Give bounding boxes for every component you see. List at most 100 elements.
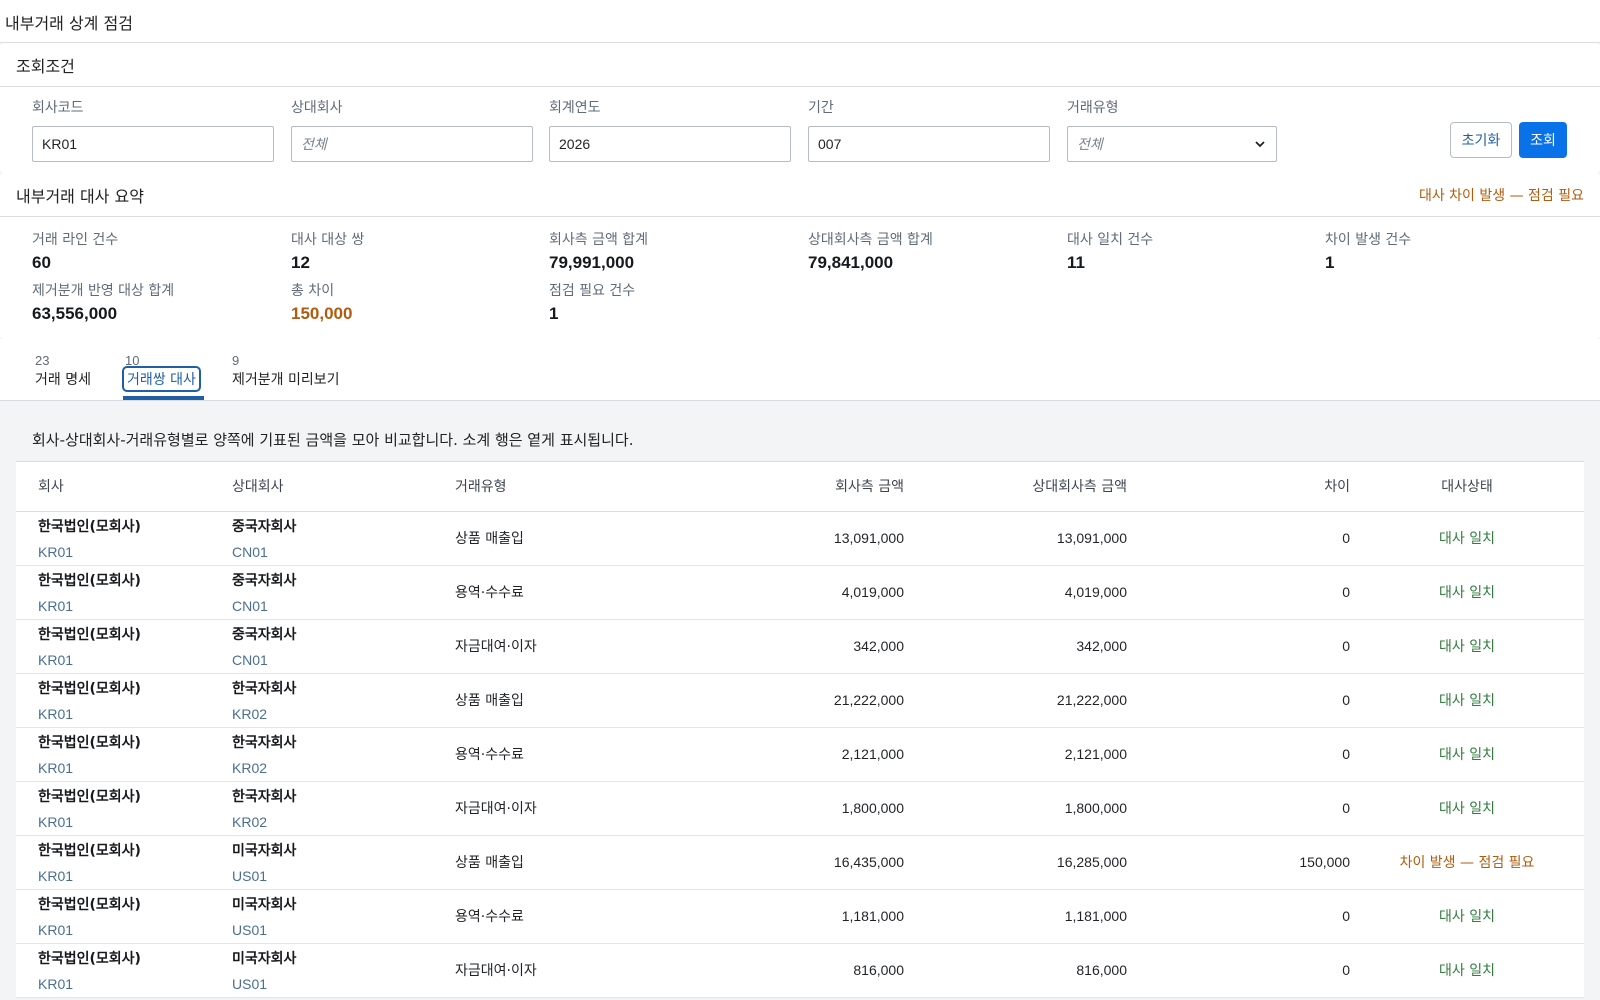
column-header-company-amount[interactable]: 회사측 금액 xyxy=(643,462,904,512)
company-code: KR01 xyxy=(38,652,74,668)
company-name: 한국법인(모회사) xyxy=(38,951,141,967)
stat-label: 대사 대상 쌍 xyxy=(291,232,365,248)
status-badge: 대사 일치 xyxy=(1350,673,1584,728)
trade-type-cell: 상품 매출입 xyxy=(455,673,643,728)
counterparty-name: 한국자회사 xyxy=(232,681,297,697)
period-label: 기간 xyxy=(808,100,834,116)
table-row[interactable]: 한국법인(모회사) KR01 미국자회사 US01 상품 매출입 16,435,000 16… xyxy=(16,835,1584,890)
counterparty-field: 상대회사 전체 xyxy=(291,97,533,162)
stat-pair-count: 대사 대상 쌍 12 xyxy=(291,229,364,273)
company-amount-cell: 13,091,000 xyxy=(643,511,904,566)
tab-count: 10 xyxy=(125,353,140,368)
column-header-diff[interactable]: 차이 xyxy=(1127,462,1350,512)
counter-amount-cell: 21,222,000 xyxy=(904,673,1127,728)
table-row[interactable]: 한국법인(모회사) KR01 중국자회사 CN01 자금대여·이자 342,000 342,… xyxy=(16,619,1584,674)
diff-cell: 0 xyxy=(1127,943,1350,998)
stat-value: 79,991,000 xyxy=(549,253,635,272)
stat-company-total: 회사측 금액 합계 79,991,000 xyxy=(549,229,648,273)
counterparty-name: 미국자회사 xyxy=(232,843,297,859)
trade-type-label: 거래유형 xyxy=(1067,100,1119,116)
status-badge: 대사 일치 xyxy=(1350,727,1584,782)
table-row[interactable]: 한국법인(모회사) KR01 한국자회사 KR02 자금대여·이자 1,800,000 1,… xyxy=(16,781,1584,836)
counterparty-cell: 미국자회사 US01 xyxy=(232,943,455,998)
stat-review-count: 점검 필요 건수 1 xyxy=(549,280,635,324)
stat-match-count: 대사 일치 건수 11 xyxy=(1067,229,1153,273)
table-row[interactable]: 한국법인(모회사) KR01 중국자회사 CN01 용역·수수료 4,019,000 4,0… xyxy=(16,565,1584,620)
table-row[interactable]: 한국법인(모회사) KR01 한국자회사 KR02 용역·수수료 2,121,000 2,1… xyxy=(16,727,1584,782)
counterparty-name: 한국자회사 xyxy=(232,789,297,805)
status-badge: 대사 일치 xyxy=(1350,565,1584,620)
summary-alert: 대사 차이 발생 — 점검 필요 xyxy=(1418,187,1584,204)
status-badge: 차이 발생 — 점검 필요 xyxy=(1350,835,1584,890)
diff-cell: 0 xyxy=(1127,673,1350,728)
column-header-counter-amount[interactable]: 상대회사측 금액 xyxy=(904,462,1127,512)
stat-label: 상대회사측 금액 합계 xyxy=(808,232,933,248)
stat-value: 1 xyxy=(549,304,559,323)
fiscal-year-input[interactable]: 2026 xyxy=(549,126,791,162)
stat-label: 대사 일치 건수 xyxy=(1067,232,1154,248)
stat-diff-count: 차이 발생 건수 1 xyxy=(1325,229,1411,273)
counterparty-cell: 한국자회사 KR02 xyxy=(232,673,455,728)
trade-type-field: 거래유형 전체 xyxy=(1067,97,1277,162)
trade-type-cell: 용역·수수료 xyxy=(455,727,643,782)
counterparty-name: 중국자회사 xyxy=(232,573,297,589)
diff-cell: 0 xyxy=(1127,889,1350,944)
company-amount-cell: 4,019,000 xyxy=(643,565,904,620)
column-header-company[interactable]: 회사 xyxy=(16,462,232,512)
status-badge: 대사 일치 xyxy=(1350,943,1584,998)
search-button[interactable]: 조회 xyxy=(1519,122,1567,158)
tab-transaction-details[interactable]: 23 거래 명세 xyxy=(35,353,91,389)
counterparty-code: KR02 xyxy=(232,814,268,830)
fiscal-year-label: 회계연도 xyxy=(549,100,601,116)
column-header-trade-type[interactable]: 거래유형 xyxy=(455,462,643,512)
company-code-label: 회사코드 xyxy=(32,100,84,116)
column-header-status[interactable]: 대사상태 xyxy=(1350,462,1584,512)
company-name: 한국법인(모회사) xyxy=(38,789,141,805)
company-code-input[interactable]: KR01 xyxy=(32,126,274,162)
filter-form: 회사코드 KR01 상대회사 전체 회계연도 2026 기간 007 거래유형 … xyxy=(0,87,1600,173)
company-name: 한국법인(모회사) xyxy=(38,573,141,589)
stat-value: 12 xyxy=(291,253,310,272)
table-row[interactable]: 한국법인(모회사) KR01 미국자회사 US01 자금대여·이자 816,000 816,… xyxy=(16,943,1584,998)
counterparty-code: KR02 xyxy=(232,760,268,776)
trade-type-cell: 자금대여·이자 xyxy=(455,619,643,674)
fiscal-year-field: 회계연도 2026 xyxy=(549,97,791,162)
table-row[interactable]: 한국법인(모회사) KR01 미국자회사 US01 용역·수수료 1,181,000 1,1… xyxy=(16,889,1584,944)
counterparty-cell: 중국자회사 CN01 xyxy=(232,565,455,620)
summary-panel-title: 내부거래 대사 요약 xyxy=(16,186,144,206)
company-cell: 한국법인(모회사) KR01 xyxy=(16,943,232,998)
tab-elimination-preview[interactable]: 9 제거분개 미리보기 xyxy=(232,353,340,389)
reset-button[interactable]: 초기화 xyxy=(1450,122,1512,158)
company-amount-cell: 1,800,000 xyxy=(643,781,904,836)
diff-cell: 0 xyxy=(1127,727,1350,782)
company-cell: 한국법인(모회사) KR01 xyxy=(16,511,232,566)
period-input[interactable]: 007 xyxy=(808,126,1050,162)
status-badge: 대사 일치 xyxy=(1350,511,1584,566)
tab-description: 회사-상대회사-거래유형별로 양쪽에 기표된 금액을 모아 비교합니다. 소계 … xyxy=(32,431,634,449)
company-amount-cell: 342,000 xyxy=(643,619,904,674)
company-name: 한국법인(모회사) xyxy=(38,735,141,751)
company-code: KR01 xyxy=(38,922,74,938)
diff-cell: 0 xyxy=(1127,781,1350,836)
filter-panel-header: 조회조건 xyxy=(0,43,1600,87)
counterparty-input[interactable]: 전체 xyxy=(291,126,533,162)
table-row[interactable]: 한국법인(모회사) KR01 중국자회사 CN01 상품 매출입 13,091,000 13… xyxy=(16,511,1584,566)
company-name: 한국법인(모회사) xyxy=(38,897,141,913)
column-header-counterparty[interactable]: 상대회사 xyxy=(232,462,455,512)
stat-value: 150,000 xyxy=(291,304,353,323)
counterparty-name: 중국자회사 xyxy=(232,627,297,643)
company-code: KR01 xyxy=(38,976,74,992)
company-amount-cell: 21,222,000 xyxy=(643,673,904,728)
company-code: KR01 xyxy=(38,544,74,560)
table-row[interactable]: 한국법인(모회사) KR01 한국자회사 KR02 상품 매출입 21,222,000 21… xyxy=(16,673,1584,728)
tab-pair-reconciliation[interactable]: 10 거래쌍 대사 xyxy=(122,353,201,392)
counter-amount-cell: 816,000 xyxy=(904,943,1127,998)
diff-cell: 0 xyxy=(1127,511,1350,566)
tab-bar: 23 거래 명세 10 거래쌍 대사 9 제거분개 미리보기 xyxy=(0,339,1600,401)
trade-type-select[interactable]: 전체 xyxy=(1067,126,1277,162)
stat-value: 63,556,000 xyxy=(32,304,118,323)
table-header-row: 회사 상대회사 거래유형 회사측 금액 상대회사측 금액 차이 대사상태 xyxy=(16,462,1584,512)
company-amount-cell: 2,121,000 xyxy=(643,727,904,782)
stat-label: 점검 필요 건수 xyxy=(549,283,636,299)
summary-stats: 거래 라인 건수 60 대사 대상 쌍 12 회사측 금액 합계 79,991,… xyxy=(0,217,1600,339)
